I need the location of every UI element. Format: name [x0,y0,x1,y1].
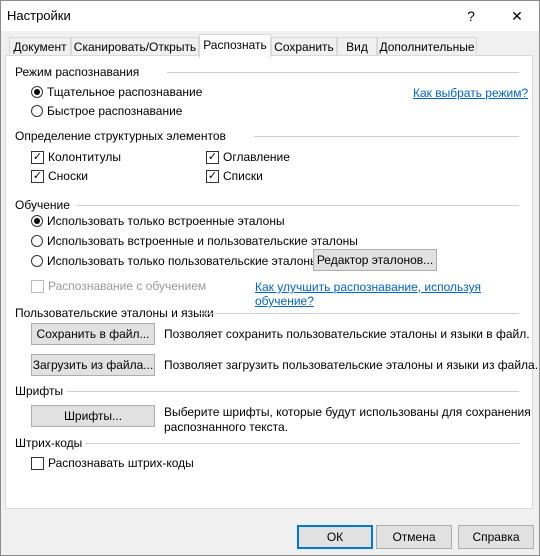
tab-document[interactable]: Документ [9,37,71,55]
checkbox-headers-footers[interactable]: ✓ Колонтитулы [31,150,121,164]
builtin-and-user-label: Использовать встроенные и пользовательск… [47,234,358,248]
settings-dialog: Настройки ? ✕ Документ Сканировать/Откры… [0,0,540,556]
builtin-only-label: Использовать только встроенные эталоны [47,214,285,228]
save-to-file-button[interactable]: Сохранить в файл... [31,323,155,345]
checkmark-icon[interactable]: ✓ [31,169,44,183]
fonts-description: Выберите шрифты, которые будут использов… [164,405,531,435]
tab-recognize[interactable]: Распознать [199,34,271,58]
checkmark-icon[interactable]: ✓ [206,150,219,164]
radio-user-only[interactable]: Использовать только пользовательские эта… [31,254,319,268]
toc-label: Оглавление [223,150,290,164]
load-from-file-description: Позволяет загрузить пользовательские эта… [164,358,539,372]
barcodes-heading: Штрих-коды [15,436,83,450]
radio-builtin-and-user[interactable]: Использовать встроенные и пользовательск… [31,234,358,248]
structure-heading: Определение структурных элементов [15,129,226,143]
section-divider [77,205,519,206]
lists-label: Списки [223,169,263,183]
checkbox-lists[interactable]: ✓ Списки [206,169,263,183]
radio-button-checked[interactable] [31,86,43,98]
radio-button-checked[interactable] [31,215,43,227]
load-from-file-button[interactable]: Загрузить из файла... [31,354,155,376]
section-divider [67,391,519,392]
help-button[interactable]: Справка [458,525,534,549]
tab-scan-open[interactable]: Сканировать/Открыть [71,37,199,55]
train-recognition-label: Распознавание с обучением [48,279,207,293]
radio-button[interactable] [31,235,43,247]
section-divider [254,136,519,137]
how-choose-mode-link[interactable]: Как выбрать режим? [413,86,528,100]
user-patterns-heading: Пользовательские эталоны и языки [15,306,214,320]
radio-fast[interactable]: Быстрое распознавание [31,104,182,118]
fonts-heading: Шрифты [15,384,64,398]
radio-button[interactable] [31,255,43,267]
ok-button[interactable]: ОК [297,525,373,549]
section-divider [85,443,519,444]
checkbox-barcodes[interactable]: Распознавать штрих-коды [31,456,194,470]
title-bar: Настройки ? ✕ [1,1,539,31]
user-only-label: Использовать только пользовательские эта… [47,254,319,268]
checkbox-footnotes[interactable]: ✓ Сноски [31,169,88,183]
radio-builtin-only[interactable]: Использовать только встроенные эталоны [31,214,285,228]
checkmark-icon[interactable]: ✓ [31,150,44,164]
help-icon[interactable]: ? [451,1,491,31]
close-icon[interactable]: ✕ [497,1,537,31]
radio-button[interactable] [31,105,43,117]
checkbox-train-recognition[interactable]: Распознавание с обучением [31,279,206,293]
tab-advanced[interactable]: Дополнительные [377,37,477,55]
pattern-editor-button[interactable]: Редактор эталонов... [313,249,437,271]
save-to-file-description: Позволяет сохранить пользовательские эта… [164,327,530,341]
checkbox[interactable] [31,279,44,293]
checkbox-toc[interactable]: ✓ Оглавление [206,150,290,164]
section-divider [167,72,519,73]
barcodes-label: Распознавать штрих-коды [48,456,194,470]
headers-footers-label: Колонтитулы [48,150,122,164]
section-divider [199,313,519,314]
radio-fast-label: Быстрое распознавание [47,104,183,118]
checkbox[interactable] [31,456,44,470]
training-heading: Обучение [15,198,70,212]
tab-strip: Документ Сканировать/Открыть Распознать … [1,31,539,58]
fonts-description-line2: распознанного текста. [164,420,289,434]
improve-recognition-link[interactable]: Как улучшить распознавание, используя об… [255,280,539,308]
tab-save[interactable]: Сохранить [271,37,337,55]
recognition-mode-heading: Режим распознавания [15,65,140,79]
tab-view[interactable]: Вид [337,37,377,55]
cancel-button[interactable]: Отмена [376,525,452,549]
window-title: Настройки [7,8,71,23]
footnotes-label: Сноски [48,169,88,183]
fonts-button[interactable]: Шрифты... [31,405,155,427]
radio-thorough[interactable]: Тщательное распознавание [31,85,202,99]
checkmark-icon[interactable]: ✓ [206,169,219,183]
radio-thorough-label: Тщательное распознавание [47,85,203,99]
fonts-description-line1: Выберите шрифты, которые будут использов… [164,405,531,419]
